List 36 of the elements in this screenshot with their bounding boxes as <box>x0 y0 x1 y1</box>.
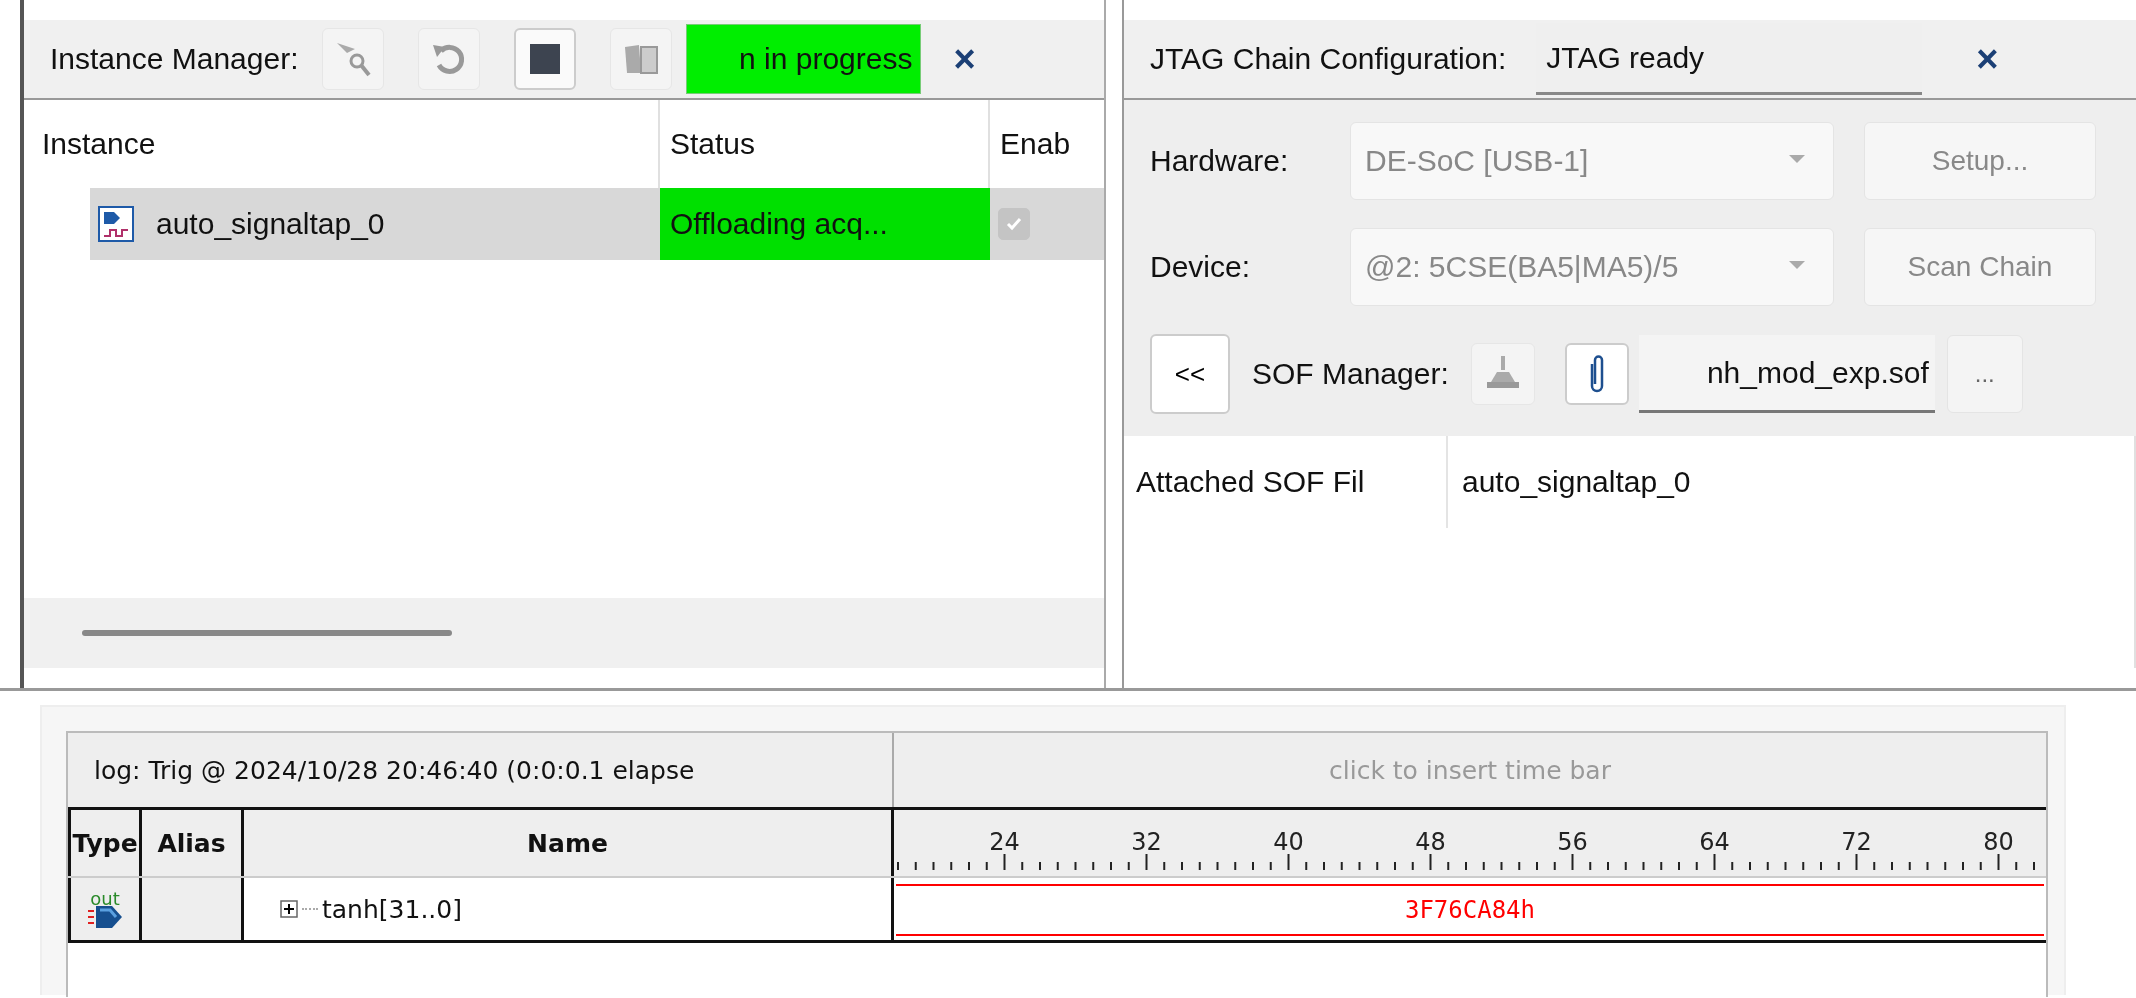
program-icon[interactable] <box>1470 343 1535 405</box>
status-field: n in progress <box>686 24 922 94</box>
stop-icon <box>528 42 563 76</box>
column-header: Enab <box>999 127 1072 161</box>
stop-button[interactable] <box>514 28 577 90</box>
close-button[interactable]: × <box>1976 37 1999 81</box>
hardware-dropdown[interactable]: DE-SoC [USB-1] <box>1350 122 1834 200</box>
device-dropdown[interactable]: @2: 5CSE(BA5|MA5)/5 <box>1350 228 1834 306</box>
enable-checkbox[interactable] <box>998 208 1030 240</box>
paperclip-icon[interactable] <box>1564 343 1629 405</box>
close-button[interactable]: × <box>953 37 976 81</box>
panel-title: Instance Manager: <box>50 42 299 76</box>
instance-name: auto_signaltap_0 <box>156 207 386 241</box>
expand-icon[interactable] <box>280 900 298 918</box>
refresh-icon[interactable] <box>418 28 481 90</box>
sof-manager-label: SOF Manager: <box>1252 357 1449 391</box>
book-icon[interactable] <box>610 28 673 90</box>
instance-row[interactable]: auto_signaltap_0 Offloading acq... <box>90 188 1104 260</box>
collapse-button[interactable]: << <box>1150 334 1230 414</box>
sof-file-field[interactable]: nh_mod_exp.sof <box>1638 335 1935 413</box>
instance-icon <box>98 206 134 242</box>
hardware-label: Hardware: <box>1150 144 1290 178</box>
wand-icon[interactable] <box>322 28 385 90</box>
panel-title: JTAG Chain Configuration: <box>1150 42 1507 76</box>
caret-icon <box>1787 259 1807 271</box>
scan-chain-button[interactable]: Scan Chain <box>1864 228 2096 306</box>
scrollbar-thumb[interactable] <box>82 630 452 636</box>
bus-waveform: 3F76CA84h <box>896 884 2044 936</box>
browse-button[interactable]: ... <box>1946 335 2023 413</box>
setup-button[interactable]: Setup... <box>1864 122 2096 200</box>
status-cell: Offloading acq... <box>660 188 990 260</box>
table-cell-text: auto_signaltap_0 <box>1461 465 1691 499</box>
signal-name: tanh[31..0] <box>322 894 462 924</box>
device-label: Device: <box>1150 250 1252 284</box>
table-cell: Attached SOF Fil <box>1124 436 1448 528</box>
caret-icon <box>1787 153 1807 165</box>
